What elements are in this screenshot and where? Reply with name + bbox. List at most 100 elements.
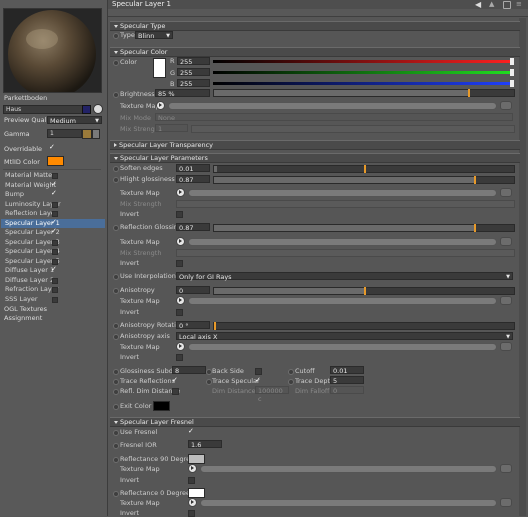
texture-map-slot[interactable] xyxy=(188,297,497,305)
texture-map-end-button[interactable] xyxy=(500,464,512,473)
scrollbar[interactable] xyxy=(519,18,526,516)
section-specular-fresnel[interactable]: Specular Layer Fresnel xyxy=(110,417,520,427)
layer-enable-checkbox[interactable]: ✓ xyxy=(51,227,57,235)
b-slider-handle[interactable] xyxy=(510,80,514,87)
exit-color-swatch[interactable] xyxy=(153,401,170,411)
anisotropy-slider[interactable] xyxy=(213,287,515,295)
trace-specular-checkbox[interactable]: ✓ xyxy=(255,376,261,384)
layer-item[interactable]: SSS Layer xyxy=(1,295,105,304)
fresnel-ior-field[interactable]: 1.6 xyxy=(188,440,222,449)
r-slider-handle[interactable] xyxy=(510,58,514,65)
brightness-knob[interactable] xyxy=(468,89,470,97)
back-side-checkbox[interactable] xyxy=(255,368,262,375)
keyframe-dot[interactable] xyxy=(113,60,119,66)
layer-item[interactable]: Specular Layer 3 xyxy=(1,238,105,247)
anisotropy-field[interactable]: 0 xyxy=(176,286,210,295)
layer-enable-checkbox[interactable]: ✓ xyxy=(51,265,57,273)
play-icon[interactable] xyxy=(188,464,197,473)
layer-enable-checkbox[interactable] xyxy=(52,296,58,303)
color-swatch[interactable] xyxy=(153,58,166,78)
keyframe-dot[interactable] xyxy=(113,430,119,436)
keyframe-dot[interactable] xyxy=(113,33,119,39)
soften-edges-slider[interactable] xyxy=(213,165,515,173)
hlight-glossiness-field[interactable]: 0.87 xyxy=(176,175,210,184)
keyframe-dot[interactable] xyxy=(113,92,119,98)
keyframe-dot[interactable] xyxy=(113,177,119,183)
overridable-checkbox[interactable]: ✓ xyxy=(49,143,55,151)
anisotropy-rotation-field[interactable]: 0 ° xyxy=(176,321,210,330)
layer-item[interactable]: Bump ✓ xyxy=(1,189,105,199)
texture-map-end-button[interactable] xyxy=(500,342,512,351)
texture-map-end-button[interactable] xyxy=(500,188,512,197)
invert-checkbox[interactable] xyxy=(176,309,183,316)
keyframe-dot[interactable] xyxy=(113,288,119,294)
assignment-item[interactable]: Assignment xyxy=(4,314,42,322)
texture-map-slot[interactable] xyxy=(188,189,497,197)
menu-icon[interactable]: ≡ xyxy=(516,0,522,9)
layer-item[interactable]: Refraction Layer xyxy=(1,285,105,294)
layer-enable-checkbox[interactable]: ✓ xyxy=(51,218,57,226)
mix-strength-slider[interactable] xyxy=(191,125,515,133)
texture-map-slot[interactable] xyxy=(200,499,497,507)
section-specular-parameters[interactable]: Specular Layer Parameters xyxy=(110,153,520,163)
use-interpolation-select[interactable]: Only for GI Rays ▼ xyxy=(176,272,513,281)
play-icon[interactable] xyxy=(156,101,165,110)
layer-item[interactable]: Specular Layer 2 ✓ xyxy=(1,227,105,237)
reflection-glossiness-field[interactable]: 0.87 xyxy=(176,223,210,232)
g-field[interactable]: 255 xyxy=(177,68,210,77)
reflectance-90-swatch[interactable] xyxy=(188,454,205,464)
keyframe-dot[interactable] xyxy=(113,404,119,410)
keyframe-dot[interactable] xyxy=(113,379,119,385)
ogl-textures-item[interactable]: OGL Textures xyxy=(4,305,47,313)
hlight-glossiness-slider[interactable] xyxy=(213,176,515,184)
keyframe-dot[interactable] xyxy=(113,389,119,395)
keyframe-dot[interactable] xyxy=(288,369,294,375)
invert-checkbox[interactable] xyxy=(188,477,195,484)
arrow-up-icon[interactable]: ▲ xyxy=(489,0,494,9)
layer-enable-checkbox[interactable] xyxy=(52,239,58,246)
keyframe-dot[interactable] xyxy=(113,457,119,463)
hlight-glossiness-knob[interactable] xyxy=(474,176,476,184)
texture-map-slot[interactable] xyxy=(168,102,497,110)
material-preview[interactable] xyxy=(3,8,102,98)
texture-map-end-button[interactable] xyxy=(500,296,512,305)
g-slider-handle[interactable] xyxy=(510,69,514,76)
brightness-field[interactable]: 85 % xyxy=(155,89,210,98)
r-field[interactable]: 255 xyxy=(177,57,210,66)
play-icon[interactable] xyxy=(188,498,197,507)
layer-enable-checkbox[interactable] xyxy=(52,258,58,265)
keyframe-dot[interactable] xyxy=(113,369,119,375)
layer-enable-checkbox[interactable] xyxy=(52,287,58,293)
texture-map-end-button[interactable] xyxy=(500,237,512,246)
pick-material-icon[interactable] xyxy=(93,104,103,114)
texture-map-slot[interactable] xyxy=(188,343,497,351)
keyframe-dot[interactable] xyxy=(113,491,119,497)
keyframe-dot[interactable] xyxy=(113,334,119,340)
trace-reflections-checkbox[interactable]: ✓ xyxy=(172,376,178,384)
layer-item[interactable]: Specular Layer 4 xyxy=(1,247,105,256)
invert-checkbox[interactable] xyxy=(176,354,183,361)
soften-edges-field[interactable]: 0.01 xyxy=(176,164,210,173)
trace-depth-field[interactable]: 5 xyxy=(330,376,364,385)
play-icon[interactable] xyxy=(176,237,185,246)
reflection-glossiness-knob[interactable] xyxy=(474,224,476,232)
play-icon[interactable] xyxy=(176,342,185,351)
mix-mode-field[interactable]: None xyxy=(155,113,513,122)
material-sub-name-field[interactable]: Haus xyxy=(3,105,83,114)
texture-map-slot[interactable] xyxy=(188,238,497,246)
keyframe-dot[interactable] xyxy=(113,323,119,329)
keyframe-dot[interactable] xyxy=(288,379,294,385)
layer-enable-checkbox[interactable] xyxy=(52,173,58,179)
keyframe-dot[interactable] xyxy=(113,166,119,172)
layer-item[interactable]: Diffuse Layer 1 ✓ xyxy=(1,265,105,275)
layer-enable-checkbox[interactable] xyxy=(52,277,58,284)
b-field[interactable]: 255 xyxy=(177,79,210,88)
material-color-swatch[interactable] xyxy=(82,105,91,114)
dim-falloff-field[interactable]: 0 xyxy=(330,386,364,395)
texture-map-end-button[interactable] xyxy=(500,101,512,110)
lock-icon[interactable] xyxy=(503,1,511,9)
layer-enable-checkbox[interactable]: ✓ xyxy=(51,189,57,197)
invert-checkbox[interactable] xyxy=(176,211,183,218)
gamma-field[interactable]: 1 xyxy=(47,129,82,138)
preview-quality-select[interactable]: Medium ▼ xyxy=(47,116,102,125)
